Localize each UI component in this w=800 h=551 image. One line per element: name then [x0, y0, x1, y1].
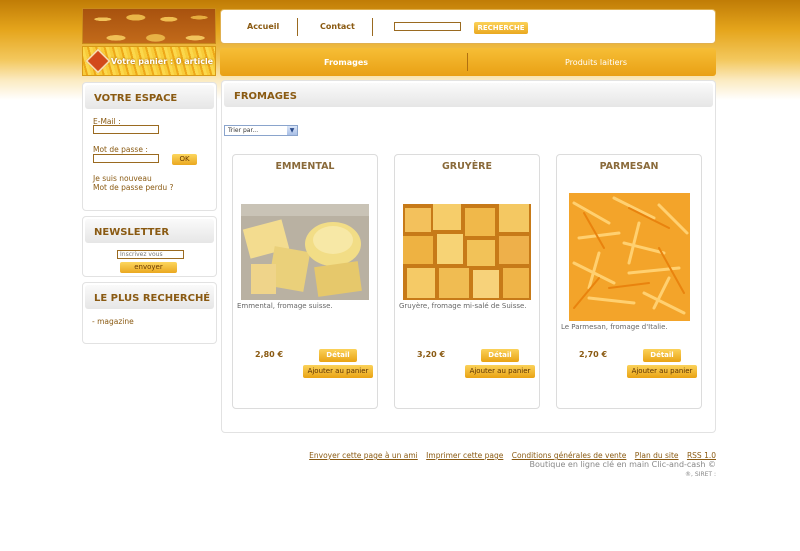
footer-link-send-friend[interactable]: Envoyer cette page à un ami [309, 451, 418, 460]
product-description: Gruyère, fromage mi-salé de Suisse. [399, 302, 527, 310]
popular-item[interactable]: - magazine [92, 317, 134, 326]
popular-panel: LE PLUS RECHERCHÉ - magazine [82, 282, 217, 344]
login-ok-button[interactable]: OK [172, 154, 197, 165]
sort-select[interactable]: Trier par... ▼ [224, 125, 298, 136]
nav-contact[interactable]: Contact [320, 22, 355, 31]
search-input[interactable] [394, 22, 461, 31]
cart-icon [85, 48, 111, 74]
nav-divider [297, 18, 298, 36]
login-panel: VOTRE ESPACE E-Mail : Mot de passe : OK … [82, 82, 217, 211]
footer-link-sitemap[interactable]: Plan du site [635, 451, 679, 460]
cart-bar[interactable]: Votre panier : 0 article [82, 46, 216, 76]
popular-title: LE PLUS RECHERCHÉ [85, 285, 214, 309]
product-description: Le Parmesan, fromage d'Italie. [561, 323, 668, 331]
footer-links: Envoyer cette page à un ami Imprimer cet… [303, 451, 716, 460]
add-to-cart-button[interactable]: Ajouter au panier [303, 365, 373, 378]
nav-divider [372, 18, 373, 36]
password-field[interactable] [93, 154, 159, 163]
product-card: EMMENTAL Emmental, fromage suisse. 2,80 … [232, 154, 378, 409]
new-account-link[interactable]: Je suis nouveau [93, 174, 152, 183]
email-field[interactable] [93, 125, 159, 134]
gruyere-image[interactable] [403, 204, 531, 300]
footer-siret: ®, SIRET : [685, 471, 716, 478]
page-title: FROMAGES [224, 83, 713, 107]
newsletter-title: NEWSLETTER [85, 219, 214, 243]
search-button[interactable]: RECHERCHE [474, 22, 528, 34]
product-name[interactable]: EMMENTAL [233, 161, 377, 172]
lost-password-link[interactable]: Mot de passe perdu ? [93, 183, 174, 192]
parmesan-image[interactable] [569, 193, 690, 321]
footer-link-rss[interactable]: RSS 1.0 [687, 451, 716, 460]
detail-button[interactable]: Détail [643, 349, 681, 362]
product-description: Emmental, fromage suisse. [237, 302, 333, 310]
product-price: 2,80 € [255, 350, 284, 359]
add-to-cart-button[interactable]: Ajouter au panier [465, 365, 535, 378]
newsletter-panel: NEWSLETTER Inscrivez vous envoyer [82, 216, 217, 277]
product-card: PARMESAN Le Parmesan, fromage d'Italie. … [556, 154, 702, 409]
cart-label[interactable]: Votre panier : 0 article [111, 57, 213, 66]
top-nav: Accueil Contact RECHERCHE [220, 9, 716, 44]
detail-button[interactable]: Détail [319, 349, 357, 362]
newsletter-input[interactable]: Inscrivez vous [117, 250, 184, 259]
emmental-image[interactable] [241, 204, 369, 300]
newsletter-submit-button[interactable]: envoyer [120, 262, 177, 273]
product-name[interactable]: GRUYÈRE [395, 161, 539, 172]
footer-credit: Boutique en ligne clé en main Clic-and-c… [529, 460, 716, 469]
footer-link-terms[interactable]: Conditions générales de vente [512, 451, 627, 460]
product-price: 2,70 € [579, 350, 608, 359]
product-card: GRUYÈRE Gruyère, fromage mi-salé de Suis… [394, 154, 540, 409]
nav-accueil[interactable]: Accueil [247, 22, 279, 31]
category-fromages[interactable]: Fromages [324, 58, 368, 67]
login-panel-title: VOTRE ESPACE [85, 85, 214, 109]
footer-link-print[interactable]: Imprimer cette page [426, 451, 503, 460]
product-name[interactable]: PARMESAN [557, 161, 701, 172]
detail-button[interactable]: Détail [481, 349, 519, 362]
add-to-cart-button[interactable]: Ajouter au panier [627, 365, 697, 378]
header-cheese-banner [82, 8, 216, 44]
chevron-down-icon[interactable]: ▼ [287, 126, 297, 135]
category-nav: Fromages Produits laitiers [220, 48, 716, 76]
category-produits-laitiers[interactable]: Produits laitiers [565, 58, 627, 67]
category-divider [467, 53, 468, 71]
product-price: 3,20 € [417, 350, 446, 359]
sort-label: Trier par... [228, 127, 259, 134]
password-label: Mot de passe : [93, 145, 148, 154]
